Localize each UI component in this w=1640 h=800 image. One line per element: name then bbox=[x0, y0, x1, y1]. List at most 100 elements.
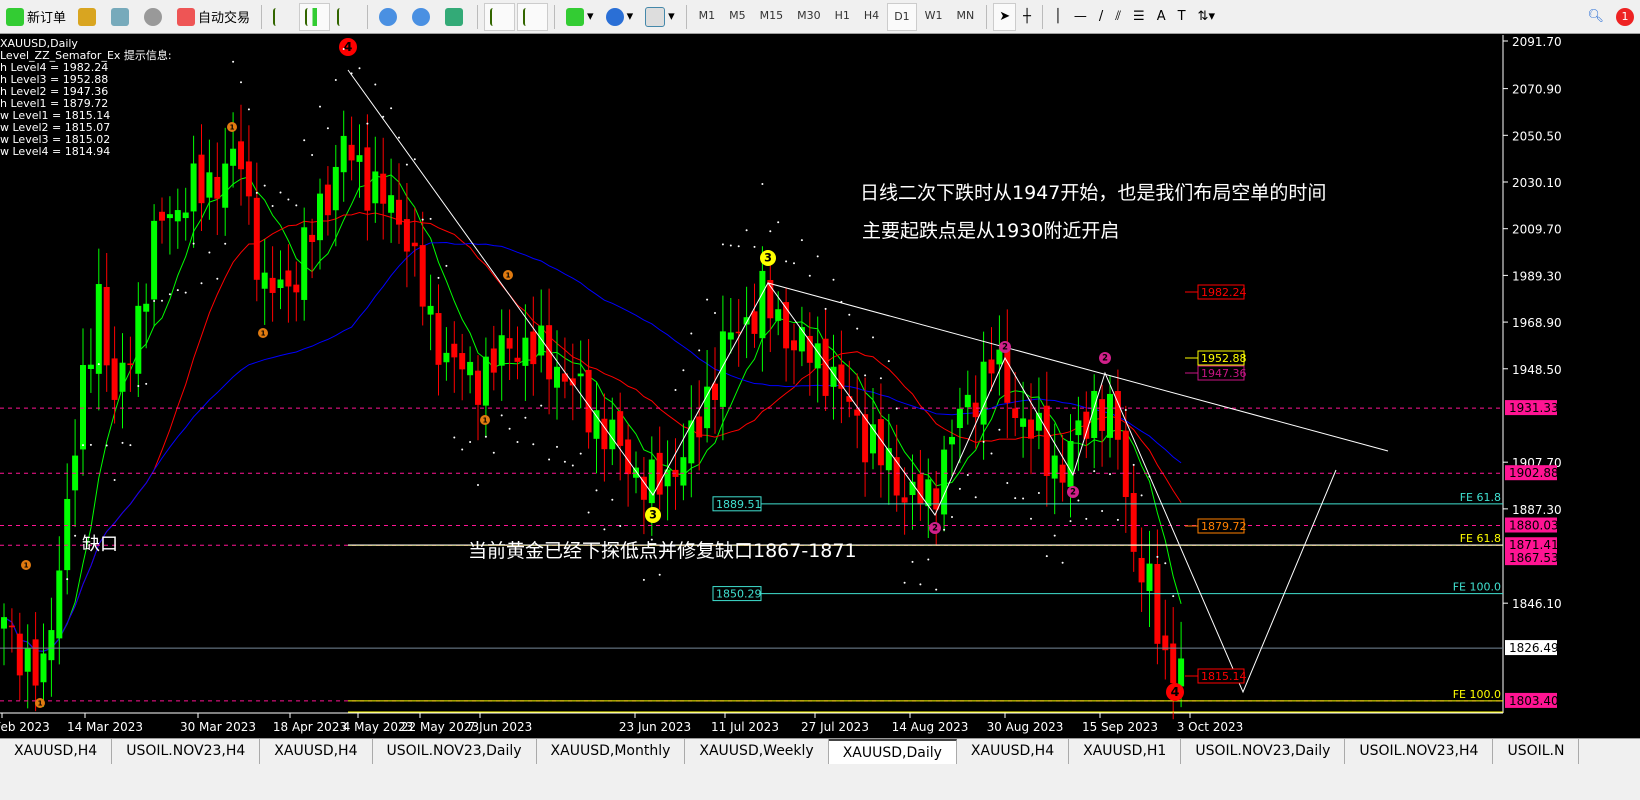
chart-tab[interactable]: XAUUSD,Daily bbox=[828, 739, 957, 765]
price-chart[interactable]: 2091.70 2070.90 2050.50 2030.10 2009.70 1989.… bbox=[0, 35, 1640, 735]
sar-dot bbox=[721, 243, 724, 246]
candle-body bbox=[1, 617, 7, 629]
level-tag-text: 1982.24 bbox=[1201, 286, 1247, 299]
candle-body bbox=[159, 211, 165, 221]
candle-body bbox=[48, 630, 55, 661]
timeframe-m30[interactable]: M30 bbox=[791, 3, 827, 29]
timeframe-d1[interactable]: D1 bbox=[887, 2, 917, 31]
sar-dot bbox=[445, 264, 448, 267]
candle-body bbox=[554, 366, 560, 388]
timeframe-m5[interactable]: M5 bbox=[723, 3, 752, 29]
vertical-line-button[interactable]: │ bbox=[1049, 4, 1067, 30]
sar-dot bbox=[232, 60, 235, 63]
chart-shift-button[interactable] bbox=[517, 2, 549, 31]
sar-dot bbox=[66, 578, 69, 581]
templates-button[interactable]: ▾ bbox=[640, 4, 680, 30]
data-window-button[interactable] bbox=[106, 4, 137, 30]
auto-scroll-button[interactable] bbox=[484, 2, 516, 31]
bar-chart-icon bbox=[273, 7, 289, 26]
search-button[interactable]: 🔍︎ bbox=[1582, 4, 1609, 30]
horizontal-line-button[interactable]: — bbox=[1069, 4, 1092, 30]
market-watch-button[interactable] bbox=[73, 4, 104, 30]
candle-body bbox=[941, 449, 948, 515]
sar-dot bbox=[706, 298, 709, 301]
sar-dot bbox=[579, 452, 582, 455]
chart-tab[interactable]: XAUUSD,H1 bbox=[1069, 739, 1182, 765]
timeframe-h4[interactable]: H4 bbox=[858, 3, 885, 29]
crosshair-button[interactable]: ┼ bbox=[1018, 4, 1036, 30]
candle-body bbox=[1020, 418, 1027, 427]
sar-dot bbox=[516, 441, 519, 444]
notifications-button[interactable]: 1 bbox=[1611, 4, 1639, 30]
clock-icon bbox=[605, 7, 624, 26]
semafor-number: 2 bbox=[932, 523, 938, 533]
timeframe-m15[interactable]: M15 bbox=[754, 3, 790, 29]
chart-tab[interactable]: USOIL.NOV23,H4 bbox=[1345, 739, 1494, 765]
sar-dot bbox=[682, 369, 685, 372]
sar-dot bbox=[224, 242, 227, 245]
candle-body bbox=[206, 172, 213, 198]
candle-body bbox=[372, 171, 379, 204]
sar-dot bbox=[848, 313, 851, 316]
candle-body bbox=[293, 284, 300, 293]
bar-chart-button[interactable] bbox=[268, 4, 297, 30]
chart-tab[interactable]: XAUUSD,H4 bbox=[957, 739, 1070, 765]
chart-tab[interactable]: XAUUSD,Monthly bbox=[537, 739, 686, 765]
sar-dot bbox=[911, 560, 914, 563]
tile-windows-button[interactable] bbox=[440, 4, 471, 30]
chart-tab[interactable]: USOIL.NOV23,H4 bbox=[112, 739, 261, 765]
candle-body bbox=[1122, 430, 1129, 498]
sar-dot bbox=[168, 293, 171, 296]
sar-dot bbox=[421, 218, 424, 221]
semafor-number: 4 bbox=[344, 39, 353, 54]
tile-icon bbox=[445, 7, 464, 26]
chart-tab[interactable]: USOIL.NOV23,Daily bbox=[373, 739, 537, 765]
chart-shift-icon bbox=[523, 7, 539, 26]
toolbar: 新订单 自动交易 ▾ ▾ ▾ M1 M5 M15 M30 H1 H4 D1 W1 MN ➤ ┼ … bbox=[0, 0, 1640, 34]
sar-dot bbox=[390, 107, 393, 110]
periods-button[interactable]: ▾ bbox=[601, 4, 639, 30]
sar-dot bbox=[437, 276, 440, 279]
equidistant-channel-button[interactable]: ⫽ bbox=[1110, 4, 1126, 30]
signals-button[interactable] bbox=[139, 4, 170, 30]
candle-body bbox=[1075, 420, 1082, 436]
chart-tab[interactable]: XAUUSD,Weekly bbox=[685, 739, 829, 765]
line-chart-button[interactable] bbox=[332, 4, 361, 30]
cursor-icon: ➤ bbox=[999, 9, 1011, 24]
trendline-button[interactable]: / bbox=[1094, 4, 1108, 30]
chart-tab[interactable]: USOIL.NOV23,Daily bbox=[1181, 739, 1346, 765]
candle-body bbox=[277, 279, 284, 289]
sar-dot bbox=[74, 534, 77, 537]
fibonacci-label: FE 61.8 bbox=[1460, 532, 1501, 545]
auto-trade-button[interactable]: 自动交易 bbox=[172, 4, 255, 30]
timeframe-mn[interactable]: MN bbox=[951, 3, 981, 29]
candlestick-button[interactable] bbox=[299, 2, 331, 31]
sar-dot bbox=[824, 307, 827, 310]
vertical-line-icon: │ bbox=[1054, 9, 1062, 24]
sar-dot bbox=[413, 158, 416, 161]
chart-tab[interactable]: USOIL.N bbox=[1493, 739, 1580, 765]
date-tick-label: 7 Jun 2023 bbox=[468, 720, 533, 734]
zoom-out-button[interactable] bbox=[407, 4, 438, 30]
sar-dot bbox=[1030, 517, 1032, 520]
chart-tab[interactable]: XAUUSD,H4 bbox=[0, 739, 113, 765]
indicators-button[interactable]: ▾ bbox=[561, 4, 599, 30]
cursor-button[interactable]: ➤ bbox=[993, 2, 1017, 31]
new-order-button[interactable]: 新订单 bbox=[1, 4, 71, 30]
sar-dot bbox=[808, 274, 811, 277]
timeframe-m1[interactable]: M1 bbox=[693, 3, 722, 29]
text-label-button[interactable]: T bbox=[1173, 4, 1191, 30]
arrows-button[interactable]: ⇅▾ bbox=[1193, 4, 1220, 30]
chart-tab[interactable]: XAUUSD,H4 bbox=[260, 739, 373, 765]
timeframe-h1[interactable]: H1 bbox=[829, 3, 856, 29]
candle-body bbox=[443, 352, 450, 363]
sar-dot bbox=[398, 136, 400, 139]
sar-dot bbox=[793, 262, 795, 265]
text-button[interactable]: A bbox=[1152, 4, 1171, 30]
timeframe-w1[interactable]: W1 bbox=[919, 3, 949, 29]
fibonacci-button[interactable]: ☰ bbox=[1128, 4, 1150, 30]
price-tick-label: 2091.70 bbox=[1512, 35, 1562, 49]
candle-body bbox=[546, 325, 553, 380]
candle-body bbox=[32, 639, 39, 686]
zoom-in-button[interactable] bbox=[374, 4, 405, 30]
